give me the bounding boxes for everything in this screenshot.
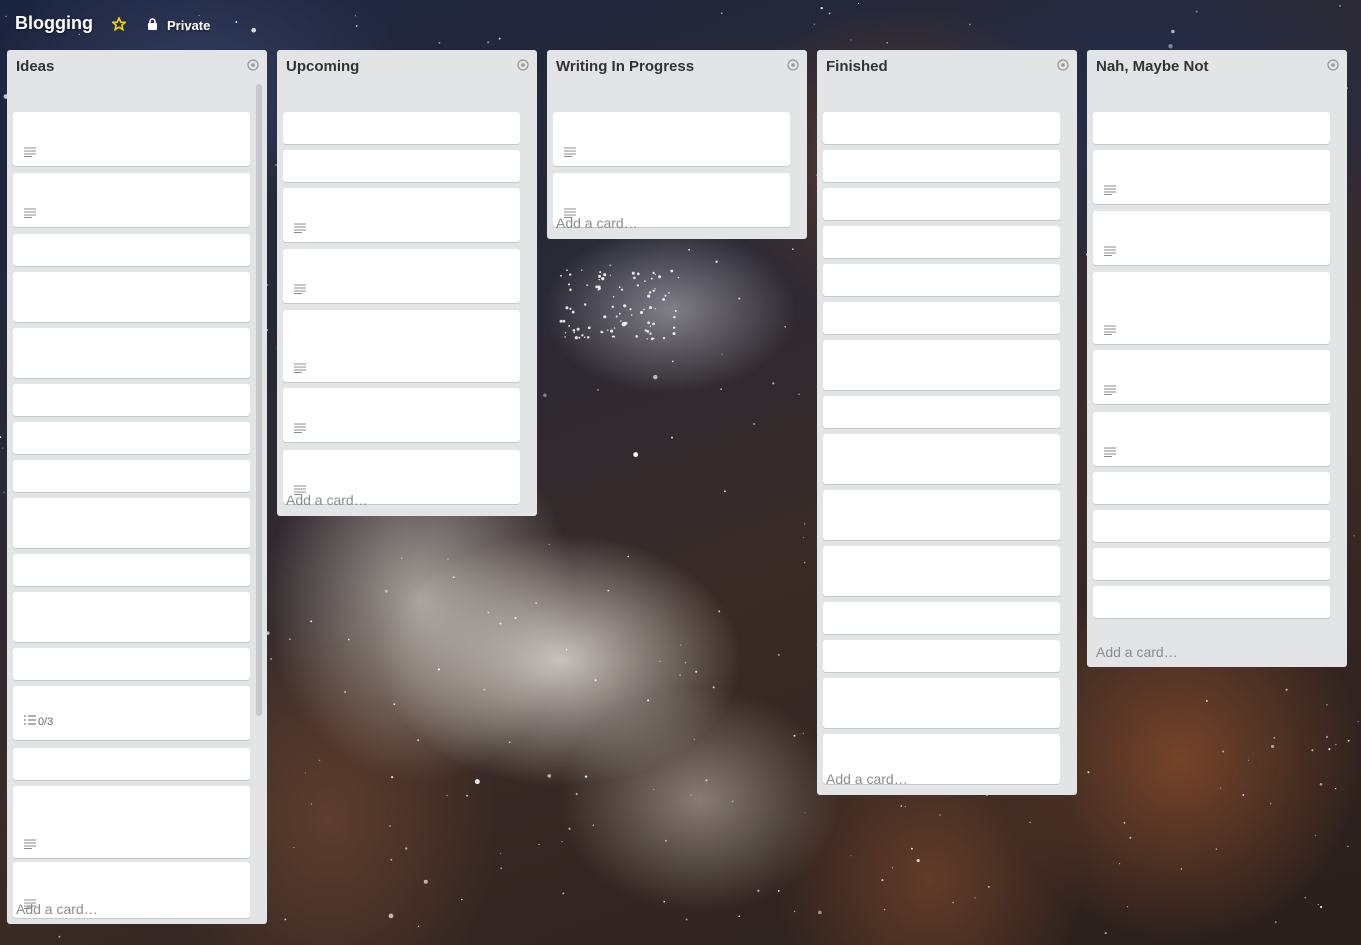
card[interactable] <box>823 264 1060 296</box>
list-header: Upcoming <box>277 50 537 80</box>
card[interactable] <box>13 112 250 166</box>
description-icon <box>1104 322 1116 335</box>
list-title[interactable]: Writing In Progress <box>556 58 694 75</box>
add-card-button[interactable]: Add a card… <box>1096 644 1178 660</box>
card[interactable] <box>823 302 1060 334</box>
description-icon <box>564 144 576 157</box>
checklist-count: 0/3 <box>38 715 54 728</box>
list-header: Nah, Maybe Not <box>1087 50 1347 80</box>
card[interactable] <box>13 272 250 322</box>
card[interactable] <box>1093 272 1330 344</box>
card[interactable] <box>13 554 250 586</box>
list-upcoming: Upcoming Add a card… <box>277 50 537 516</box>
description-icon <box>564 205 576 218</box>
card[interactable] <box>283 388 520 442</box>
card[interactable] <box>823 602 1060 634</box>
description-icon <box>1104 444 1116 457</box>
card[interactable] <box>823 340 1060 390</box>
card[interactable] <box>283 249 520 303</box>
card[interactable] <box>13 648 250 680</box>
card[interactable] <box>823 396 1060 428</box>
list-title[interactable]: Ideas <box>16 58 54 75</box>
card[interactable] <box>283 150 520 182</box>
list-title[interactable]: Finished <box>826 58 888 75</box>
card[interactable] <box>823 150 1060 182</box>
board-header: Blogging Private <box>0 0 1361 50</box>
card[interactable] <box>1093 510 1330 542</box>
checklist-icon <box>24 715 36 728</box>
card[interactable] <box>13 460 250 492</box>
list-header: Writing In Progress <box>547 50 807 80</box>
card[interactable] <box>823 678 1060 728</box>
list-writing-in-progress: Writing In Progress Add a card… <box>547 50 807 239</box>
list-title[interactable]: Nah, Maybe Not <box>1096 58 1209 75</box>
add-card-button[interactable]: Add a card… <box>826 771 908 787</box>
privacy-label[interactable]: Private <box>167 18 210 33</box>
card[interactable] <box>1093 586 1330 618</box>
card[interactable] <box>1093 350 1330 404</box>
card[interactable] <box>823 640 1060 672</box>
card[interactable] <box>823 112 1060 144</box>
card[interactable] <box>823 490 1060 540</box>
description-icon <box>294 220 306 233</box>
card[interactable] <box>823 434 1060 484</box>
card[interactable] <box>13 234 250 266</box>
list-scrollbar[interactable] <box>256 84 262 716</box>
description-icon <box>294 281 306 294</box>
list-header: Finished <box>817 50 1077 80</box>
list-menu-icon[interactable] <box>517 59 529 71</box>
card[interactable] <box>823 226 1060 258</box>
card[interactable] <box>13 422 250 454</box>
card[interactable] <box>823 546 1060 596</box>
card[interactable] <box>13 498 250 548</box>
card[interactable] <box>13 173 250 227</box>
list-nah-maybe-not: Nah, Maybe Not Add a card… <box>1087 50 1347 667</box>
add-card-button[interactable]: Add a card… <box>286 492 368 508</box>
card[interactable] <box>13 328 250 378</box>
description-icon <box>294 420 306 433</box>
description-icon <box>1104 382 1116 395</box>
card[interactable] <box>13 592 250 642</box>
description-icon <box>24 205 36 218</box>
list-menu-icon[interactable] <box>787 59 799 71</box>
description-icon <box>1104 243 1116 256</box>
description-icon <box>1104 182 1116 195</box>
list-menu-icon[interactable] <box>247 59 259 71</box>
list-menu-icon[interactable] <box>1327 59 1339 71</box>
add-card-button[interactable]: Add a card… <box>16 901 98 917</box>
board-title[interactable]: Blogging <box>15 13 93 34</box>
card[interactable] <box>1093 472 1330 504</box>
description-icon <box>294 360 306 373</box>
description-icon <box>24 144 36 157</box>
card[interactable] <box>13 384 250 416</box>
card[interactable]: 0/3 <box>13 686 250 740</box>
add-card-button[interactable]: Add a card… <box>556 215 638 231</box>
star-icon[interactable] <box>112 17 126 31</box>
card[interactable] <box>823 188 1060 220</box>
card[interactable] <box>1093 211 1330 265</box>
card[interactable] <box>283 188 520 242</box>
description-icon <box>24 836 36 849</box>
card[interactable] <box>1093 112 1330 144</box>
card[interactable] <box>1093 150 1330 204</box>
list-header: Ideas <box>7 50 267 80</box>
list-finished: Finished Add a card… <box>817 50 1077 795</box>
description-icon <box>294 482 306 495</box>
checklist-badge: 0/3 <box>24 715 53 728</box>
card[interactable] <box>13 748 250 780</box>
card[interactable] <box>283 112 520 144</box>
lock-icon <box>148 18 157 30</box>
card[interactable] <box>1093 548 1330 580</box>
card[interactable] <box>13 786 250 858</box>
card[interactable] <box>283 310 520 382</box>
card[interactable] <box>1093 412 1330 466</box>
card[interactable] <box>553 112 790 166</box>
list-title[interactable]: Upcoming <box>286 58 359 75</box>
list-ideas: Ideas 0/3 Add a card… <box>7 50 267 924</box>
list-menu-icon[interactable] <box>1057 59 1069 71</box>
